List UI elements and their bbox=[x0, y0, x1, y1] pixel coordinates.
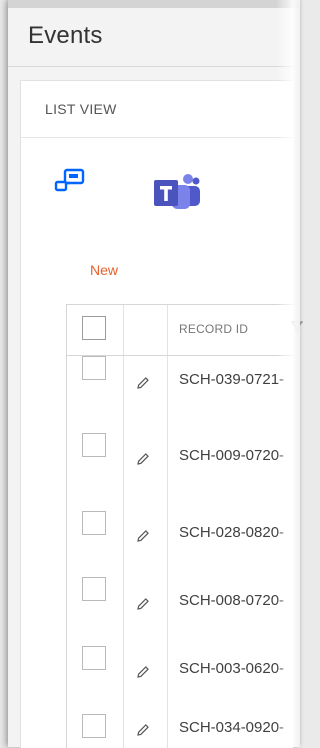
row-checkbox[interactable] bbox=[82, 714, 106, 738]
row-checkbox[interactable] bbox=[82, 577, 106, 601]
record-id-cell[interactable]: SCH-039-0721- bbox=[179, 371, 284, 388]
pencil-icon[interactable] bbox=[136, 723, 150, 737]
column-header-record-id[interactable]: RECORD ID bbox=[179, 322, 248, 336]
new-button[interactable]: New bbox=[90, 262, 118, 278]
row-checkbox[interactable] bbox=[82, 356, 106, 380]
pencil-icon[interactable] bbox=[136, 597, 150, 611]
table-row[interactable]: SCH-034-0920- bbox=[67, 712, 301, 748]
table-row[interactable]: SCH-039-0721- bbox=[67, 355, 301, 415]
row-checkbox[interactable] bbox=[82, 511, 106, 535]
card-title: LIST VIEW bbox=[45, 101, 117, 117]
record-id-cell[interactable]: SCH-003-0620- bbox=[179, 660, 284, 677]
pencil-icon[interactable] bbox=[136, 452, 150, 466]
window-top-edge bbox=[8, 0, 300, 8]
filter-icon[interactable] bbox=[291, 321, 303, 333]
pencil-icon[interactable] bbox=[136, 665, 150, 679]
table-row[interactable]: SCH-008-0720- bbox=[67, 575, 301, 642]
table-row[interactable]: SCH-003-0620- bbox=[67, 642, 301, 712]
record-id-cell[interactable]: SCH-009-0720- bbox=[179, 447, 284, 464]
record-id-cell[interactable]: SCH-008-0720- bbox=[179, 592, 284, 609]
table-row[interactable]: SCH-028-0820- bbox=[67, 505, 301, 575]
record-id-cell[interactable]: SCH-034-0920- bbox=[179, 719, 284, 736]
pencil-icon[interactable] bbox=[136, 529, 150, 543]
title-divider bbox=[8, 66, 300, 67]
select-all-checkbox[interactable] bbox=[82, 316, 106, 340]
page-title: Events bbox=[28, 22, 103, 49]
teams-icon[interactable] bbox=[152, 171, 202, 215]
row-checkbox[interactable] bbox=[82, 433, 106, 457]
pencil-icon[interactable] bbox=[136, 376, 150, 390]
row-checkbox[interactable] bbox=[82, 646, 106, 670]
record-id-cell[interactable]: SCH-028-0820- bbox=[179, 524, 284, 541]
records-grid: RECORD ID SCH-039-0721- SCH-009-0720- SC… bbox=[66, 304, 303, 748]
table-row[interactable]: SCH-009-0720- bbox=[67, 415, 301, 505]
card-header: LIST VIEW bbox=[21, 81, 293, 138]
power-automate-icon[interactable] bbox=[52, 168, 86, 192]
